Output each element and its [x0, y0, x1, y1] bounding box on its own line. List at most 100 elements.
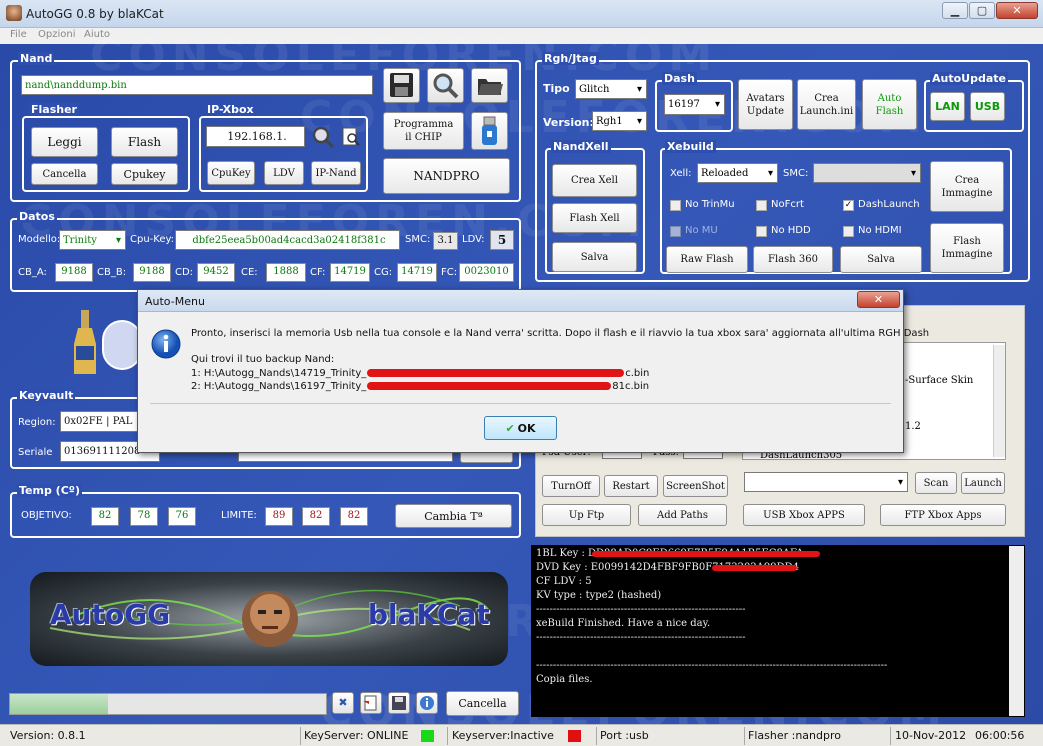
close-button[interactable]: ✕: [996, 2, 1038, 19]
flash-360-button[interactable]: Flash 360: [753, 246, 833, 273]
status-bar: Version: 0.8.1 KeyServer: ONLINE Keyserv…: [0, 724, 1043, 746]
cb-value: 0023010: [459, 263, 514, 282]
cb-label: CF:: [310, 267, 326, 278]
list-scrollbar[interactable]: [993, 345, 1005, 457]
xell-select[interactable]: Reloaded: [697, 163, 778, 183]
up-ftp-button[interactable]: Up Ftp: [542, 504, 631, 526]
cpukey-button[interactable]: Cpukey: [111, 163, 178, 185]
save-icon[interactable]: [383, 68, 420, 103]
folder-icon[interactable]: [471, 68, 508, 103]
console-scrollbar[interactable]: [1009, 546, 1024, 716]
minimize-button[interactable]: ▁: [942, 2, 968, 19]
dashlaunch-checkbox[interactable]: ✓: [843, 200, 854, 211]
floppy-icon[interactable]: [388, 692, 410, 714]
modello-label: Modello:: [18, 234, 61, 245]
cancel-x-icon[interactable]: ✖: [332, 692, 354, 714]
dialog-close-button[interactable]: ✕: [857, 291, 900, 308]
cb-label: CB_A:: [18, 267, 47, 278]
dialog-divider: [150, 403, 891, 404]
ftp-xbox-apps-button[interactable]: FTP Xbox Apps: [880, 504, 1006, 526]
modello-select[interactable]: Trinity: [59, 230, 126, 250]
auto-label: Auto: [877, 92, 902, 104]
smc-value: 3.1: [433, 232, 458, 250]
cpukey-field[interactable]: dbfe25eea5b00ad4cacd3a02418f381c: [175, 230, 400, 250]
no-hdmi-checkbox[interactable]: [843, 226, 854, 237]
tipo-select[interactable]: Glitch: [575, 79, 647, 99]
divider: [596, 727, 597, 745]
version-select[interactable]: Rgh1: [592, 111, 647, 131]
search-icon[interactable]: [427, 68, 464, 103]
programma-chip-button[interactable]: Programma il CHIP: [383, 112, 464, 150]
ip-field[interactable]: 192.168.1.: [206, 126, 305, 147]
cb-label: CB_B:: [97, 267, 127, 278]
flash-button[interactable]: Flash: [111, 127, 178, 157]
cpukey-ip-button[interactable]: CpuKey: [207, 161, 255, 185]
flash-xell-button[interactable]: Flash Xell: [552, 203, 637, 233]
ok-button[interactable]: ✔ OK: [484, 416, 557, 440]
salva-xell-button[interactable]: Salva: [552, 242, 637, 272]
smc-xebuild-label: SMC:: [783, 168, 809, 179]
ip-search-icon[interactable]: [310, 124, 336, 150]
nofcrt-checkbox[interactable]: [756, 200, 767, 211]
divider: [300, 727, 301, 745]
no-mu-checkbox[interactable]: [670, 226, 681, 237]
cb-value: 14719: [397, 263, 437, 282]
auto-flash-button[interactable]: Auto Flash: [862, 79, 917, 130]
document-icon[interactable]: [360, 692, 382, 714]
info-icon[interactable]: [416, 692, 438, 714]
nand-path-field[interactable]: nand\nanddump.bin: [21, 75, 373, 95]
avatars-update-button[interactable]: Avatars Update: [738, 79, 793, 130]
region-label: Region:: [18, 417, 56, 428]
cb-label: CE:: [241, 267, 258, 278]
banner-autogg: AutoGG: [50, 598, 171, 631]
ftp-select[interactable]: [744, 472, 908, 492]
turnoff-button[interactable]: TurnOff: [542, 475, 600, 497]
auto-menu-dialog: Auto-Menu ✕ Pronto, inserisci la memoria…: [137, 289, 929, 453]
menu-opzioni[interactable]: Opzioni: [38, 29, 75, 40]
objetivo-value: 78: [130, 507, 158, 526]
scan-button[interactable]: Scan: [915, 472, 957, 494]
dash-title: Dash: [662, 72, 697, 85]
objetivo-label: OBJETIVO:: [21, 510, 72, 521]
crea-xell-button[interactable]: Crea Xell: [552, 164, 637, 197]
update-label: Update: [746, 105, 785, 117]
cambia-temp-button[interactable]: Cambia Tª: [395, 504, 512, 528]
cancella-bottom-button[interactable]: Cancella: [446, 691, 519, 716]
no-mu-label: No MU: [685, 225, 718, 236]
raw-flash-button[interactable]: Raw Flash: [666, 246, 748, 273]
usb-xbox-apps-button[interactable]: USB Xbox APPS: [743, 504, 865, 526]
document-search-icon[interactable]: [340, 126, 362, 148]
leggi-button[interactable]: Leggi: [31, 127, 98, 157]
salva-xebuild-button[interactable]: Salva: [840, 246, 922, 273]
add-paths-button[interactable]: Add Paths: [638, 504, 727, 526]
ip-nand-button[interactable]: IP-Nand: [311, 161, 361, 185]
divider: [890, 727, 891, 745]
cancella-button[interactable]: Cancella: [31, 163, 98, 185]
no-hdd-checkbox[interactable]: [756, 226, 767, 237]
cb-value: 9188: [55, 263, 93, 282]
usb-button[interactable]: USB: [970, 92, 1005, 121]
crea-immagine-button[interactable]: Crea Immagine: [930, 161, 1004, 212]
crea-launch-button[interactable]: Crea Launch.ini: [797, 79, 856, 130]
region-field[interactable]: 0x02FE | PAL: [60, 411, 140, 432]
maximize-button[interactable]: ▢: [969, 2, 995, 19]
nandpro-button[interactable]: NANDPRO: [383, 158, 510, 194]
crea-img-label: Crea: [954, 174, 980, 186]
no-hdd-label: No HDD: [771, 225, 811, 236]
screenshot-button[interactable]: ScreenShot: [663, 475, 728, 497]
ldv-button[interactable]: LDV: [264, 161, 304, 185]
dash-select[interactable]: 16197: [664, 94, 725, 115]
version-status: Version: 0.8.1: [10, 729, 86, 742]
lan-button[interactable]: LAN: [930, 92, 965, 121]
restart-button[interactable]: Restart: [604, 475, 658, 497]
nand-title: Nand: [18, 52, 55, 65]
progress-fill: [10, 694, 108, 714]
launch-button[interactable]: Launch: [961, 472, 1005, 494]
usb-stick-icon[interactable]: [471, 112, 508, 150]
flash-immagine-button[interactable]: Flash Immagine: [930, 223, 1004, 273]
menu-file[interactable]: File: [10, 29, 27, 40]
dashlaunch-label: DashLaunch: [858, 199, 920, 210]
no-trinmu-checkbox[interactable]: [670, 200, 681, 211]
smc-select[interactable]: [813, 163, 921, 183]
